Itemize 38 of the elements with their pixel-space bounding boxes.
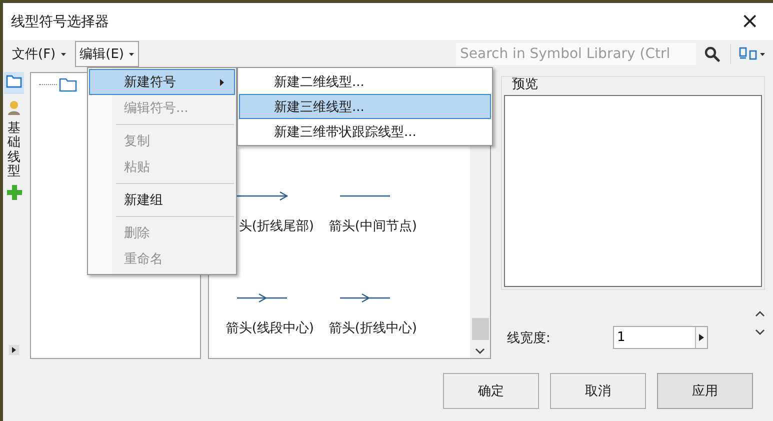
menu-item[interactable]: 新建符号: [89, 69, 235, 95]
triangle-icon: [699, 334, 704, 341]
folder-icon: [59, 77, 77, 92]
scrollbar-thumb[interactable]: [472, 318, 488, 340]
dialog-button[interactable]: 确定: [443, 373, 539, 409]
spin-box[interactable]: 1: [613, 326, 708, 349]
submenu-arrow-icon: [220, 78, 224, 86]
symbol-label[interactable]: 箭头(折线中心): [314, 319, 417, 337]
menu-button[interactable]: 编辑(E): [74, 41, 139, 67]
symbol-label[interactable]: 箭头(线段中心): [211, 319, 314, 337]
caret-icon: [60, 52, 66, 56]
line-symbol: [340, 195, 391, 197]
search-field[interactable]: Search in Symbol Library (Ctrl: [456, 43, 696, 65]
menu-item[interactable]: 新建二维线型...: [239, 69, 491, 94]
folder-icon[interactable]: [6, 74, 22, 88]
scroll-down-icon[interactable]: [755, 328, 765, 334]
line-width-field[interactable]: 1: [614, 327, 695, 348]
user-icon[interactable]: [7, 100, 21, 116]
menu-item[interactable]: 新建三维带状跟踪线型...: [239, 119, 491, 144]
field-label: 线宽度:: [507, 330, 552, 346]
expand-icon[interactable]: [9, 345, 19, 355]
scroll-down-icon[interactable]: [475, 348, 485, 354]
menu-item[interactable]: 新建组: [89, 187, 235, 213]
plus-icon[interactable]: [6, 185, 22, 200]
window-title: 线型符号选择器: [11, 12, 109, 30]
spin-button[interactable]: [695, 327, 707, 348]
dialog-button[interactable]: 取消: [550, 373, 646, 409]
scroll-up-icon[interactable]: [755, 310, 765, 316]
group-title: 预览: [511, 76, 539, 94]
caret-icon: [128, 52, 134, 56]
close-button[interactable]: ×: [738, 10, 761, 32]
view-toggle-icon[interactable]: [739, 47, 765, 61]
side-tab[interactable]: 基础线型: [8, 122, 20, 180]
menu-button[interactable]: 文件(F): [7, 41, 71, 67]
search-icon[interactable]: [704, 46, 720, 62]
symbol-label[interactable]: 箭头(中间节点): [314, 217, 417, 235]
dialog-button[interactable]: 应用: [657, 373, 753, 409]
menu-item[interactable]: 新建三维线型...: [239, 94, 491, 119]
